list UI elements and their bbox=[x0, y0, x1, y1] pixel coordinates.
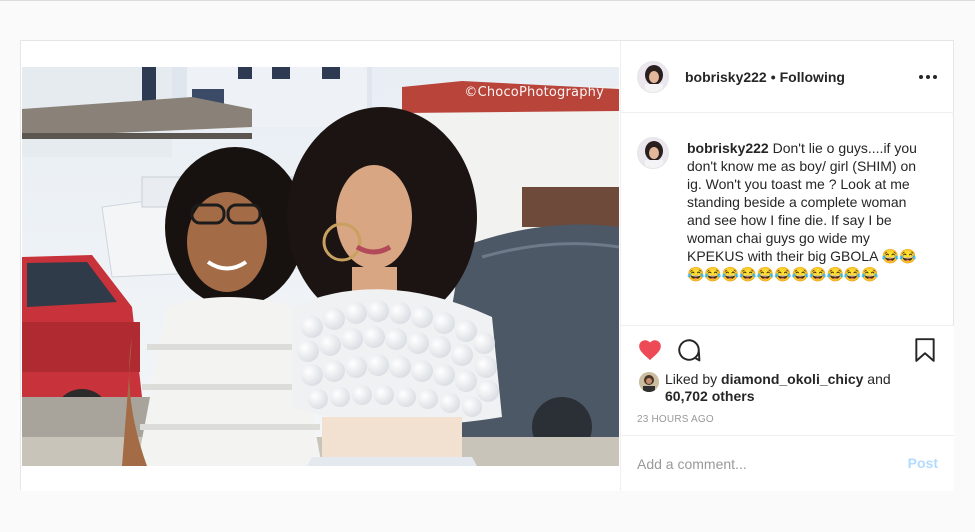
photo-watermark: ©ChocoPhotography bbox=[464, 85, 604, 100]
comment-icon[interactable] bbox=[676, 337, 702, 363]
bookmark-icon[interactable] bbox=[912, 337, 938, 363]
post-sidebar: bobrisky222 • Following bobrisky222 Don't … bbox=[620, 41, 954, 491]
liker-avatar[interactable] bbox=[639, 372, 659, 392]
add-comment-bar: Post bbox=[621, 435, 954, 492]
comment-input[interactable] bbox=[637, 454, 897, 474]
caption-avatar[interactable] bbox=[637, 137, 669, 169]
photo-illustration bbox=[22, 67, 619, 466]
more-horizontal-icon[interactable] bbox=[918, 67, 938, 87]
post-photo[interactable] bbox=[22, 67, 619, 466]
post-caption: bobrisky222 Don't lie o guys....if you d… bbox=[687, 139, 927, 283]
liker-username[interactable]: diamond_okoli_chicy bbox=[721, 371, 863, 387]
avatar-image bbox=[638, 62, 668, 92]
post-media: ©ChocoPhotography bbox=[21, 41, 620, 491]
post-author: bobrisky222 • Following bbox=[685, 69, 845, 85]
likes-prefix: Liked by bbox=[665, 371, 722, 387]
post-actions: Liked by diamond_okoli_chicy and 60,702 o… bbox=[621, 325, 954, 491]
avatar-image bbox=[638, 138, 668, 168]
header-separator: • bbox=[770, 69, 776, 85]
author-username[interactable]: bobrisky222 bbox=[685, 69, 767, 85]
comments-section: bobrisky222 Don't lie o guys....if you d… bbox=[621, 113, 954, 325]
likes-count[interactable]: 60,702 others bbox=[665, 388, 755, 404]
avatar[interactable] bbox=[637, 61, 669, 93]
top-divider bbox=[0, 0, 975, 1]
post-timestamp[interactable]: 23 HOURS AGO bbox=[637, 414, 714, 425]
following-button[interactable]: Following bbox=[780, 69, 845, 85]
post-header: bobrisky222 • Following bbox=[621, 41, 954, 113]
heart-filled-icon[interactable] bbox=[637, 337, 663, 363]
likes-middle: and bbox=[863, 371, 891, 387]
likes-summary: Liked by diamond_okoli_chicy and 60,702 o… bbox=[665, 371, 925, 405]
post-comment-button[interactable]: Post bbox=[908, 455, 938, 471]
caption-text: Don't lie o guys....if you don't know me… bbox=[687, 140, 917, 282]
caption-username[interactable]: bobrisky222 bbox=[687, 140, 769, 156]
post-card: ©ChocoPhotography bobrisky222 • Following bbox=[20, 40, 954, 491]
